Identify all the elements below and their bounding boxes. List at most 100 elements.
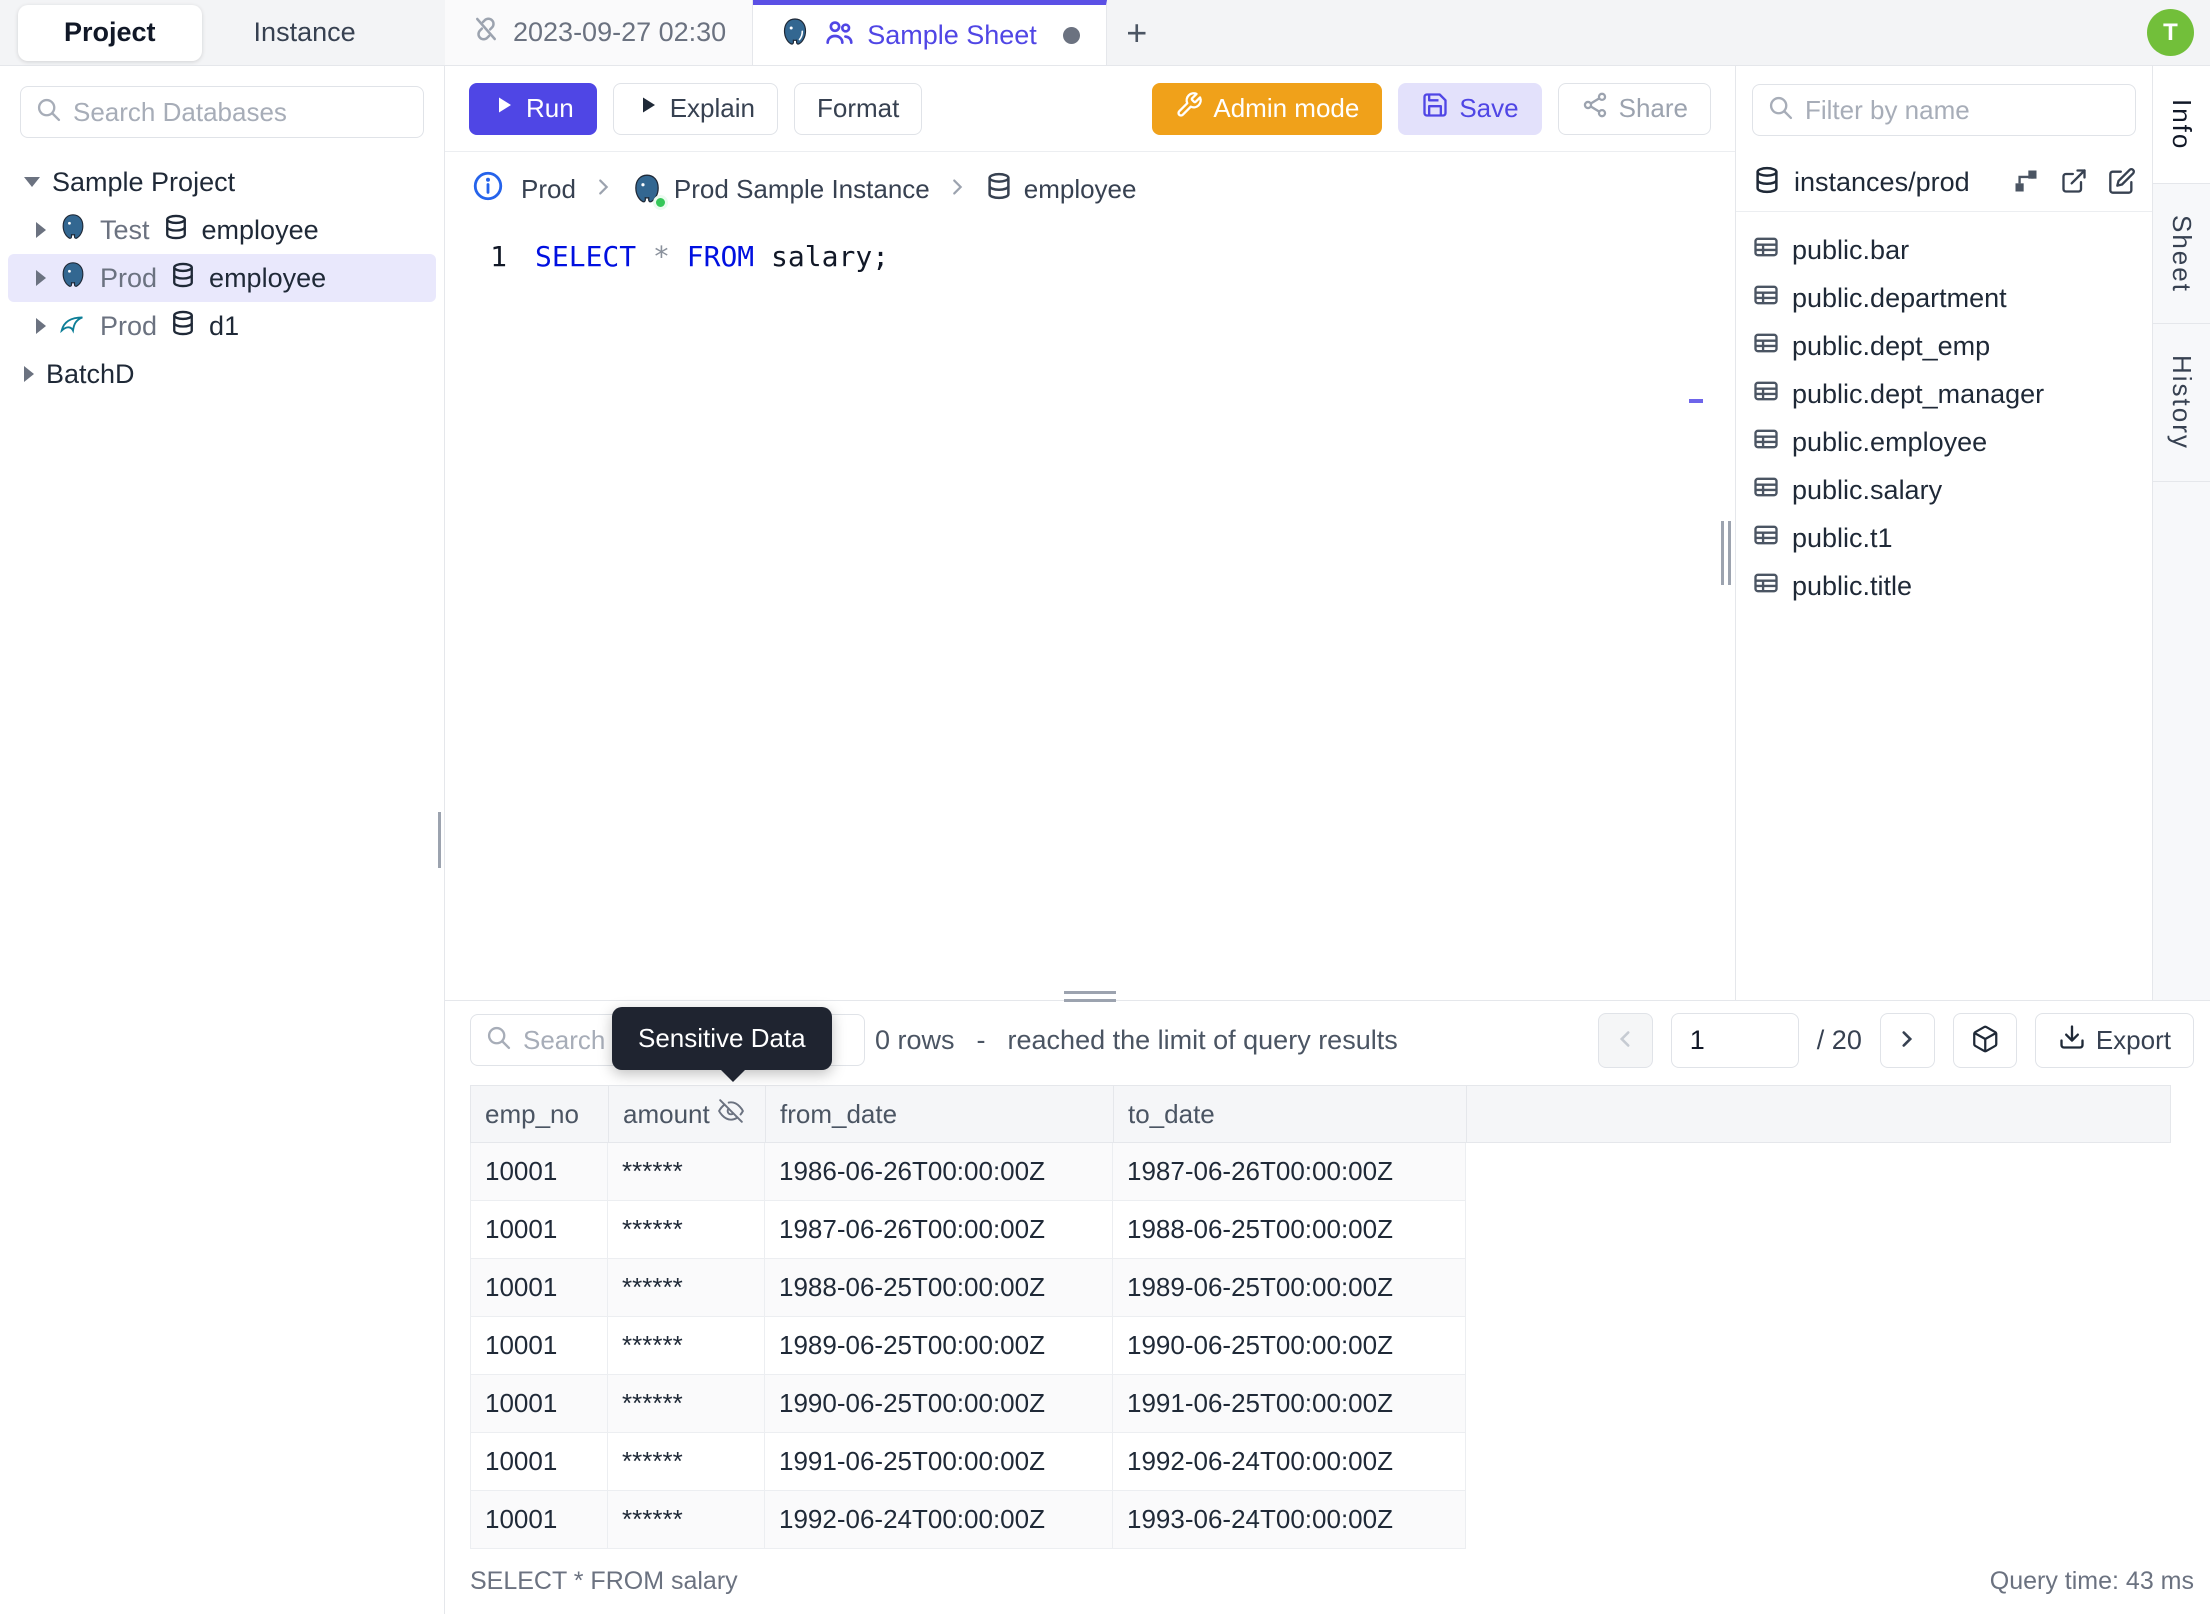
- avatar[interactable]: T: [2147, 9, 2194, 56]
- column-header-from-date[interactable]: from_date: [766, 1086, 1114, 1142]
- chevron-left-icon: [1612, 1026, 1638, 1055]
- chevron-right-icon: [946, 174, 968, 205]
- table-item[interactable]: public.employee: [1752, 418, 2136, 466]
- caret-right-icon[interactable]: [36, 270, 46, 286]
- table-row[interactable]: 10001 ****** 1992-06-24T00:00:00Z 1993-0…: [470, 1491, 2171, 1549]
- save-icon: [1421, 91, 1449, 126]
- cell-amount-masked: ******: [608, 1259, 765, 1317]
- column-header-amount[interactable]: amount: [609, 1086, 766, 1142]
- project-tree: Sample Project Test employee Prod employ…: [0, 158, 444, 398]
- tab-sample-sheet[interactable]: Sample Sheet: [753, 0, 1107, 65]
- tree-item-sample-project[interactable]: Sample Project: [8, 158, 436, 206]
- export-button[interactable]: Export: [2034, 1012, 2194, 1068]
- tab-project[interactable]: Project: [18, 4, 202, 61]
- tree-item-batchd[interactable]: BatchD: [8, 350, 436, 398]
- breadcrumb-instance[interactable]: Prod Sample Instance: [630, 172, 930, 210]
- editor-panel: Run Explain Format Admin mode Save Share…: [445, 66, 1735, 1002]
- package-button[interactable]: [1952, 1012, 2017, 1068]
- table-name: public.bar: [1792, 234, 1910, 265]
- table-item[interactable]: public.dept_emp: [1752, 322, 2136, 370]
- share-icon: [1581, 91, 1609, 126]
- postgres-icon: [58, 212, 88, 249]
- table-name: public.department: [1792, 282, 2007, 313]
- edit-schema-button[interactable]: [2108, 167, 2136, 198]
- run-button[interactable]: Run: [469, 82, 597, 135]
- tab-history-sheet[interactable]: 2023-09-27 02:30: [445, 0, 754, 65]
- page-number-input[interactable]: [1670, 1012, 1799, 1068]
- cell-to-date: 1988-06-25T00:00:00Z: [1113, 1201, 1466, 1259]
- project-label: Sample Project: [52, 166, 236, 197]
- next-page-button[interactable]: [1879, 1012, 1935, 1068]
- tab-history[interactable]: History: [2153, 324, 2210, 482]
- table-item[interactable]: public.bar: [1752, 226, 2136, 274]
- table-row[interactable]: 10001 ****** 1990-06-25T00:00:00Z 1991-0…: [470, 1375, 2171, 1433]
- admin-mode-button[interactable]: Admin mode: [1152, 82, 1383, 135]
- executed-query: SELECT * FROM salary: [470, 1567, 738, 1595]
- row-count: 0 rows: [875, 1024, 955, 1055]
- table-row[interactable]: 10001 ****** 1986-06-26T00:00:00Z 1987-0…: [470, 1143, 2171, 1201]
- info-icon[interactable]: [471, 169, 505, 210]
- table-row[interactable]: 10001 ****** 1987-06-26T00:00:00Z 1988-0…: [470, 1201, 2171, 1259]
- team-icon: [823, 16, 855, 55]
- cell-amount-masked: ******: [608, 1143, 765, 1201]
- postgres-icon: [779, 16, 811, 55]
- table-icon: [1752, 329, 1780, 364]
- search-icon: [1767, 94, 1795, 127]
- search-databases-input[interactable]: [73, 96, 409, 128]
- breadcrumb-environment[interactable]: Prod: [521, 174, 576, 205]
- caret-down-icon[interactable]: [24, 177, 40, 187]
- tree-item-prod-employee[interactable]: Prod employee: [8, 254, 436, 302]
- open-external-button[interactable]: [2060, 167, 2088, 198]
- cell-amount-masked: ******: [608, 1433, 765, 1491]
- tab-instance[interactable]: Instance: [208, 5, 402, 61]
- cell-amount-masked: ******: [608, 1491, 765, 1549]
- run-label: Run: [526, 93, 574, 123]
- tree-item-prod-d1[interactable]: Prod d1: [8, 302, 436, 350]
- filter-by-name-input[interactable]: [1805, 94, 2140, 126]
- table-item[interactable]: public.salary: [1752, 466, 2136, 514]
- format-button[interactable]: Format: [793, 82, 923, 135]
- schema-diagram-button[interactable]: [2012, 167, 2040, 198]
- table-item[interactable]: public.dept_manager: [1752, 370, 2136, 418]
- sql-editor[interactable]: 1 SELECT * FROM salary;: [445, 226, 1735, 1000]
- table-row[interactable]: 10001 ****** 1988-06-25T00:00:00Z 1989-0…: [470, 1259, 2171, 1317]
- table-item[interactable]: public.department: [1752, 274, 2136, 322]
- column-header-emp-no[interactable]: emp_no: [471, 1086, 609, 1142]
- caret-right-icon[interactable]: [36, 222, 46, 238]
- cell-from-date: 1991-06-25T00:00:00Z: [765, 1433, 1113, 1491]
- table-row[interactable]: 10001 ****** 1989-06-25T00:00:00Z 1990-0…: [470, 1317, 2171, 1375]
- eye-off-icon[interactable]: [717, 1098, 744, 1131]
- database-icon: [169, 261, 197, 296]
- result-table: emp_no amount from_date to_date 10001 **…: [470, 1085, 2171, 1549]
- editor-toolbar: Run Explain Format Admin mode Save Share: [445, 66, 1735, 152]
- environment-label: Test: [100, 214, 150, 245]
- tab-sheet[interactable]: Sheet: [2153, 184, 2210, 324]
- tab-sample-sheet-label: Sample Sheet: [867, 19, 1037, 50]
- format-label: Format: [816, 93, 900, 123]
- code-line: SELECT * FROM salary;: [535, 226, 889, 1000]
- edit-icon: [2108, 167, 2136, 198]
- database-icon: [162, 213, 190, 248]
- table-item[interactable]: public.t1: [1752, 514, 2136, 562]
- editor-resize-handle[interactable]: [1721, 521, 1731, 585]
- new-tab-button[interactable]: +: [1107, 0, 1167, 65]
- share-button[interactable]: Share: [1557, 82, 1711, 135]
- save-button[interactable]: Save: [1398, 82, 1542, 135]
- results-resize-handle[interactable]: [1064, 991, 1116, 1002]
- tab-info[interactable]: Info: [2153, 66, 2210, 184]
- cell-emp-no: 10001: [470, 1491, 608, 1549]
- cell-emp-no: 10001: [470, 1143, 608, 1201]
- prev-page-button[interactable]: [1597, 1012, 1653, 1068]
- table-icon: [1752, 281, 1780, 316]
- table-row[interactable]: 10001 ****** 1991-06-25T00:00:00Z 1992-0…: [470, 1433, 2171, 1491]
- explain-button[interactable]: Explain: [612, 82, 778, 135]
- breadcrumb-database[interactable]: employee: [984, 171, 1136, 208]
- column-header-to-date[interactable]: to_date: [1114, 1086, 1467, 1142]
- cell-amount-masked: ******: [608, 1317, 765, 1375]
- table-item[interactable]: public.title: [1752, 562, 2136, 610]
- caret-right-icon[interactable]: [36, 318, 46, 334]
- cell-from-date: 1986-06-26T00:00:00Z: [765, 1143, 1113, 1201]
- tree-item-test-employee[interactable]: Test employee: [8, 206, 436, 254]
- caret-right-icon[interactable]: [24, 366, 34, 382]
- postgres-icon: [630, 172, 668, 210]
